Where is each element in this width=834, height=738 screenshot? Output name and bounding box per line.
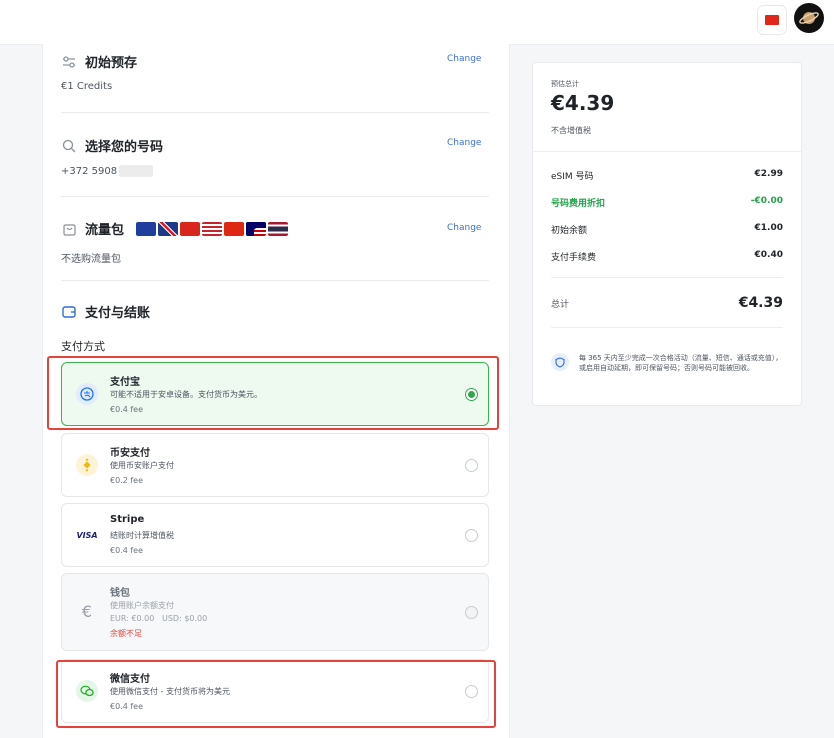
china-flag-icon [224, 221, 245, 236]
payment-title: 支付与结账 [61, 302, 150, 321]
summary-row-payment-fee: 支付手续费 €0.40 [551, 250, 783, 263]
initial-deposit-label: 初始预存 [85, 56, 138, 71]
eu-flag-icon [136, 221, 157, 236]
summary-row-initial-balance: 初始余额 €1.00 [551, 223, 783, 236]
binance-fee: €0.2 fee [110, 476, 144, 485]
binance-desc: 使用币安账户支付 [110, 461, 174, 470]
stripe-desc: 结账时计算增值税 [110, 531, 174, 540]
malaysia-flag-icon [246, 221, 267, 236]
highlight-alipay [47, 356, 499, 430]
payment-option-stripe[interactable]: VISA Stripe 结账时计算增值税 €0.4 fee [61, 503, 489, 567]
wallet-name: 钱包 [110, 588, 130, 599]
thailand-flag-icon [268, 221, 289, 236]
data-pack-label: 流量包 [85, 223, 125, 238]
initial-deposit-title: 初始预存 [61, 52, 137, 71]
divider [61, 196, 489, 197]
binance-radio[interactable] [465, 459, 478, 472]
language-switcher-button[interactable] [758, 6, 786, 34]
shield-icon [551, 353, 569, 371]
payment-label: 支付与结账 [85, 306, 151, 321]
retention-notice-text: 每 365 天内至少完成一次合格活动（流量、短信、通话或充值），或启用自动延期，… [579, 354, 783, 372]
summary-total: 总计 €4.39 [551, 295, 783, 311]
china-flag-icon [765, 15, 779, 25]
shopping-bag-icon [61, 221, 77, 237]
top-bar [0, 0, 834, 45]
data-pack-value: 不选购流量包 [61, 254, 121, 265]
change-number-link[interactable]: Change [447, 138, 481, 148]
change-deposit-link[interactable]: Change [447, 54, 481, 64]
masked-digits [119, 165, 154, 177]
order-summary: 预估总计 €4.39 不含增值税 eSIM 号码 €2.99 号码费用折扣 -€0.… [532, 62, 802, 406]
wallet-insufficient: 余额不足 [110, 629, 142, 638]
binance-name: 币安支付 [110, 448, 150, 459]
stripe-radio[interactable] [465, 529, 478, 542]
estimate-label: 预估总计 [551, 80, 579, 88]
divider [533, 151, 801, 152]
swiss-flag-icon [180, 221, 201, 236]
divider [61, 112, 489, 113]
initial-deposit-value: €1 Credits [61, 81, 113, 92]
choose-number-title: 选择您的号码 [61, 136, 163, 155]
payment-option-binance[interactable]: 币安支付 使用币安账户支付 €0.2 fee [61, 433, 489, 497]
payment-option-wallet: € 钱包 使用账户余额支付 EUR: €0.00 USD: $0.00 余额不足 [61, 573, 489, 651]
retention-notice: 每 365 天内至少完成一次合格活动（流量、短信、通话或充值），或启用自动延期，… [551, 353, 783, 373]
country-flags [136, 221, 289, 236]
planet-icon [799, 12, 819, 24]
us-flag-icon [202, 221, 223, 236]
highlight-wechat [56, 660, 496, 728]
payment-method-label: 支付方式 [61, 340, 105, 353]
tax-note: 不含增值税 [551, 126, 591, 135]
stripe-fee: €0.4 fee [110, 546, 144, 555]
sliders-icon [61, 54, 77, 70]
search-icon [61, 138, 77, 154]
euro-icon: € [81, 601, 93, 621]
phone-number-value: +372 5908 [61, 165, 154, 177]
change-data-pack-link[interactable]: Change [447, 223, 481, 233]
wallet-icon [61, 304, 77, 320]
visa-icon: VISA [74, 524, 100, 546]
data-pack-title: 流量包 [61, 219, 289, 238]
estimate-total: €4.39 [551, 91, 615, 115]
summary-row-esim: eSIM 号码 €2.99 [551, 169, 783, 182]
divider [551, 277, 783, 278]
binance-icon [76, 454, 98, 476]
choose-number-label: 选择您的号码 [85, 140, 164, 155]
divider [551, 327, 783, 328]
summary-row-discount: 号码费用折扣 -€0.00 [551, 196, 783, 209]
wallet-desc: 使用账户余额支付 [110, 601, 174, 610]
stripe-name: Stripe [110, 514, 145, 525]
uk-flag-icon [158, 221, 179, 236]
wallet-radio [465, 606, 478, 619]
avatar[interactable] [794, 3, 824, 33]
wallet-balance: EUR: €0.00 USD: $0.00 [110, 614, 208, 623]
divider [61, 280, 489, 281]
